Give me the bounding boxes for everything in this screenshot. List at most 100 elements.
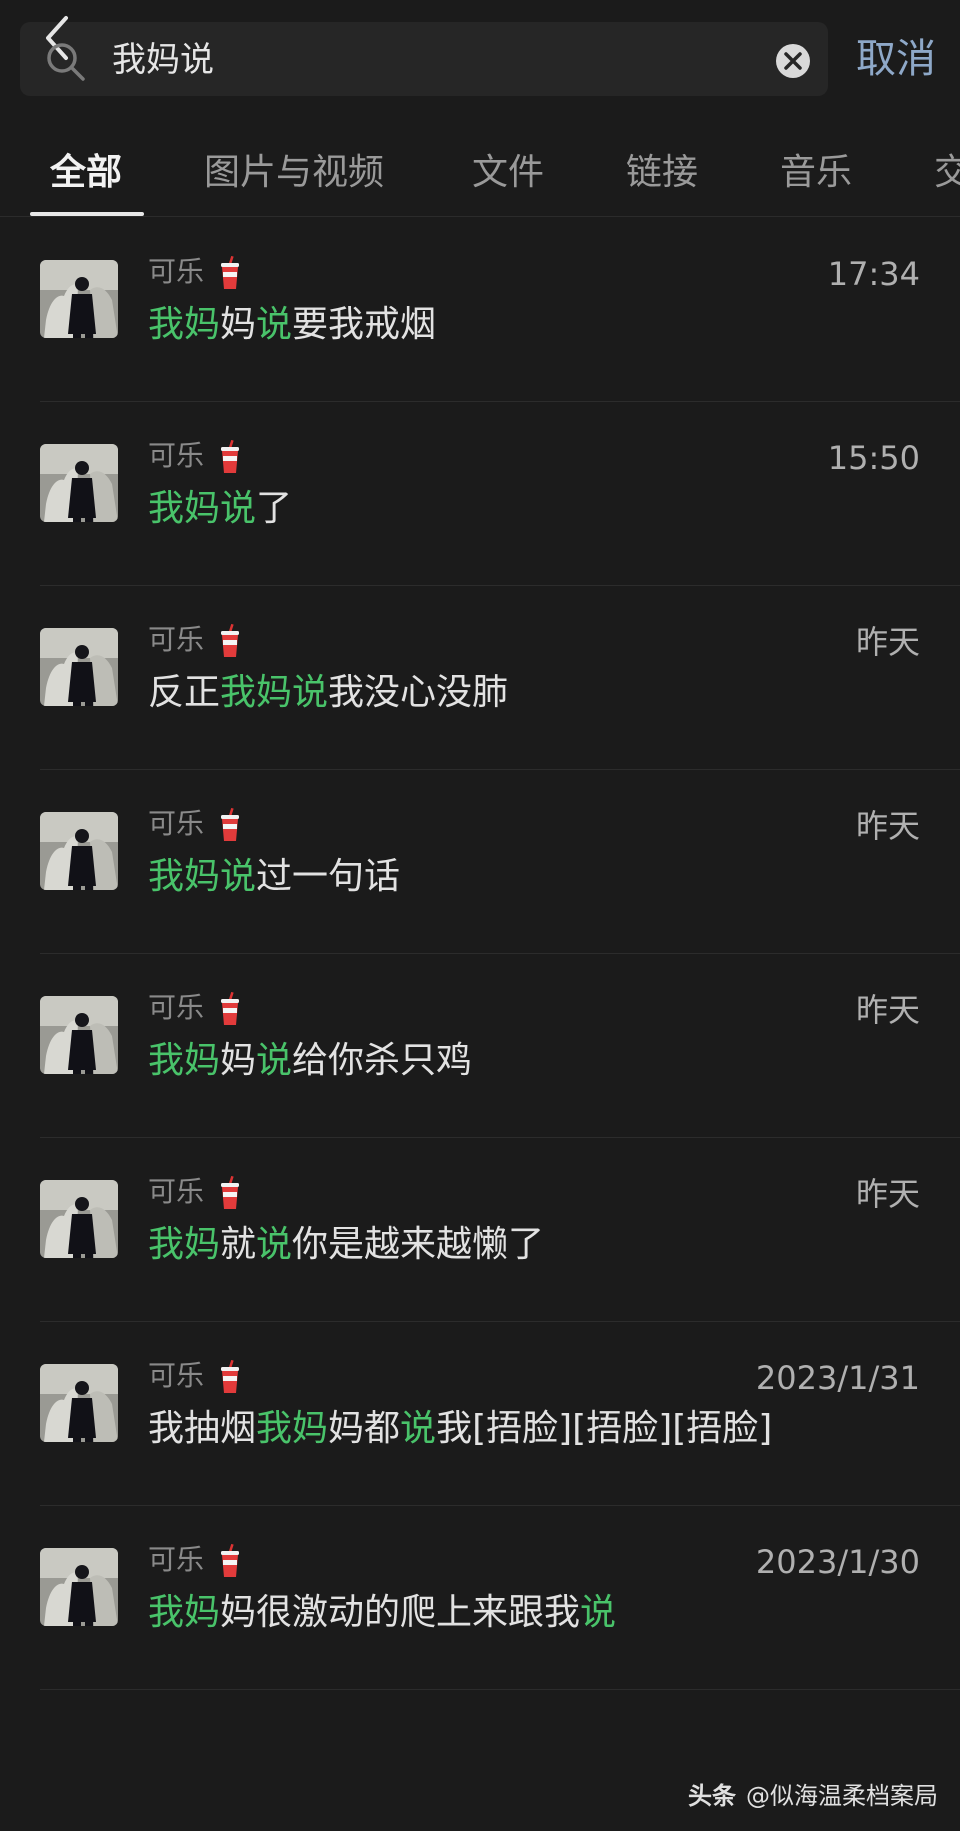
message-time: 昨天 (855, 1175, 920, 1213)
keyword-highlight: 我妈说 (148, 856, 257, 897)
result-row[interactable]: 可乐 2023/1/30 我妈妈很激动的爬上来跟我说 (0, 1506, 960, 1690)
result-row[interactable]: 可乐 昨天我妈妈说给你杀只鸡 (0, 954, 960, 1138)
message-time: 2023/1/30 (755, 1543, 920, 1581)
avatar[interactable] (40, 1548, 118, 1626)
sender-name-text: 可乐 (148, 991, 205, 1024)
message-snippet: 我妈妈说要我戒烟 (148, 300, 436, 350)
avatar[interactable] (40, 996, 118, 1074)
sender-name: 可乐 (148, 622, 241, 658)
keyword-highlight: 我妈 (256, 1408, 329, 1449)
drink-cup-emoji-icon (220, 624, 239, 657)
snippet-text: 了 (256, 488, 293, 529)
message-time: 17:34 (827, 255, 920, 293)
keyword-highlight: 说 (256, 1040, 293, 1081)
keyword-highlight: 说 (256, 1224, 293, 1265)
avatar[interactable] (40, 444, 118, 522)
watermark-brand: 头条 (688, 1782, 736, 1810)
message-time: 2023/1/31 (755, 1359, 920, 1397)
message-time: 昨天 (855, 807, 920, 845)
search-icon (47, 43, 85, 81)
sender-name-text: 可乐 (148, 439, 205, 472)
sender-name: 可乐 (148, 438, 241, 474)
tabs-divider (0, 216, 960, 217)
message-snippet: 我抽烟我妈妈都说我[捂脸][捂脸][捂脸] (148, 1404, 772, 1454)
drink-cup-emoji-icon (220, 1544, 239, 1577)
drink-cup-emoji-icon (220, 1176, 239, 1209)
sender-name: 可乐 (148, 1542, 241, 1578)
result-row[interactable]: 可乐 15:50 我妈说了 (0, 402, 960, 586)
filter-tabs: 全部 图片与视频 文件 链接 音乐 交 (0, 140, 960, 216)
message-time: 昨天 (855, 623, 920, 661)
drink-cup-emoji-icon (220, 1360, 239, 1393)
snippet-text: 过一句话 (256, 856, 401, 897)
avatar[interactable] (40, 628, 118, 706)
keyword-highlight: 我妈说 (148, 488, 257, 529)
tab-files[interactable]: 文件 (472, 150, 544, 196)
tab-transactions[interactable]: 交 (934, 150, 960, 196)
sender-name-text: 可乐 (148, 1359, 205, 1392)
message-snippet: 反正我妈说我没心没肺 (148, 668, 508, 718)
tab-links[interactable]: 链接 (626, 150, 698, 196)
snippet-text: 我[捂脸][捂脸][捂脸] (436, 1408, 773, 1449)
keyword-highlight: 说 (580, 1592, 617, 1633)
clear-search-icon[interactable] (774, 42, 812, 80)
sender-name: 可乐 (148, 254, 241, 290)
sender-name-text: 可乐 (148, 1543, 205, 1576)
snippet-text: 要我戒烟 (292, 304, 437, 345)
keyword-highlight: 说 (400, 1408, 437, 1449)
avatar[interactable] (40, 812, 118, 890)
keyword-highlight: 说 (256, 304, 293, 345)
sender-name-text: 可乐 (148, 255, 205, 288)
snippet-text: 给你杀只鸡 (292, 1040, 473, 1081)
keyword-highlight: 我妈 (148, 304, 221, 345)
snippet-text: 妈 (220, 1040, 257, 1081)
sender-name: 可乐 (148, 1358, 241, 1394)
avatar[interactable] (40, 260, 118, 338)
result-row[interactable]: 可乐 昨天我妈说过一句话 (0, 770, 960, 954)
sender-name-text: 可乐 (148, 1175, 205, 1208)
keyword-highlight: 我妈 (148, 1224, 221, 1265)
cancel-button[interactable]: 取消 (856, 32, 936, 86)
snippet-text: 我抽烟 (148, 1408, 257, 1449)
snippet-text: 妈很激动的爬上来跟我 (220, 1592, 581, 1633)
row-divider (40, 1689, 960, 1690)
tab-images-videos[interactable]: 图片与视频 (204, 150, 384, 196)
snippet-text: 反正 (148, 672, 221, 713)
search-input[interactable]: 我妈说 (112, 36, 214, 84)
message-snippet: 我妈妈很激动的爬上来跟我说 (148, 1588, 616, 1638)
snippet-text: 你是越来越懒了 (292, 1224, 545, 1265)
result-row[interactable]: 可乐 2023/1/31 我抽烟我妈妈都说我[捂脸][捂脸][捂脸] (0, 1322, 960, 1506)
message-time: 15:50 (827, 439, 920, 477)
keyword-highlight: 我妈 (148, 1040, 221, 1081)
snippet-text: 妈都 (328, 1408, 401, 1449)
tab-all[interactable]: 全部 (50, 150, 122, 196)
avatar[interactable] (40, 1364, 118, 1442)
sender-name: 可乐 (148, 990, 241, 1026)
result-row[interactable]: 可乐 昨天反正我妈说我没心没肺 (0, 586, 960, 770)
sender-name: 可乐 (148, 806, 241, 842)
drink-cup-emoji-icon (220, 440, 239, 473)
snippet-text: 我没心没肺 (328, 672, 509, 713)
watermark-handle: @似海温柔档案局 (746, 1782, 938, 1810)
keyword-highlight: 我妈 (148, 1592, 221, 1633)
result-row[interactable]: 可乐 昨天我妈就说你是越来越懒了 (0, 1138, 960, 1322)
drink-cup-emoji-icon (220, 256, 239, 289)
message-time: 昨天 (855, 991, 920, 1029)
sender-name-text: 可乐 (148, 623, 205, 656)
sender-name: 可乐 (148, 1174, 241, 1210)
message-snippet: 我妈妈说给你杀只鸡 (148, 1036, 472, 1086)
sender-name-text: 可乐 (148, 807, 205, 840)
search-results-list: 可乐 17:34 我妈妈说要我戒烟 可乐 15:50 我妈说了 可乐 昨天 反正我妈说… (0, 218, 960, 1690)
message-snippet: 我妈说了 (148, 484, 292, 534)
message-snippet: 我妈就说你是越来越懒了 (148, 1220, 544, 1270)
tab-music[interactable]: 音乐 (780, 150, 852, 196)
snippet-text: 妈 (220, 304, 257, 345)
drink-cup-emoji-icon (220, 992, 239, 1025)
keyword-highlight: 我妈说 (220, 672, 329, 713)
drink-cup-emoji-icon (220, 808, 239, 841)
snippet-text: 就 (220, 1224, 257, 1265)
watermark: 头条 @似海温柔档案局 (688, 1778, 938, 1814)
avatar[interactable] (40, 1180, 118, 1258)
message-snippet: 我妈说过一句话 (148, 852, 400, 902)
result-row[interactable]: 可乐 17:34 我妈妈说要我戒烟 (0, 218, 960, 402)
